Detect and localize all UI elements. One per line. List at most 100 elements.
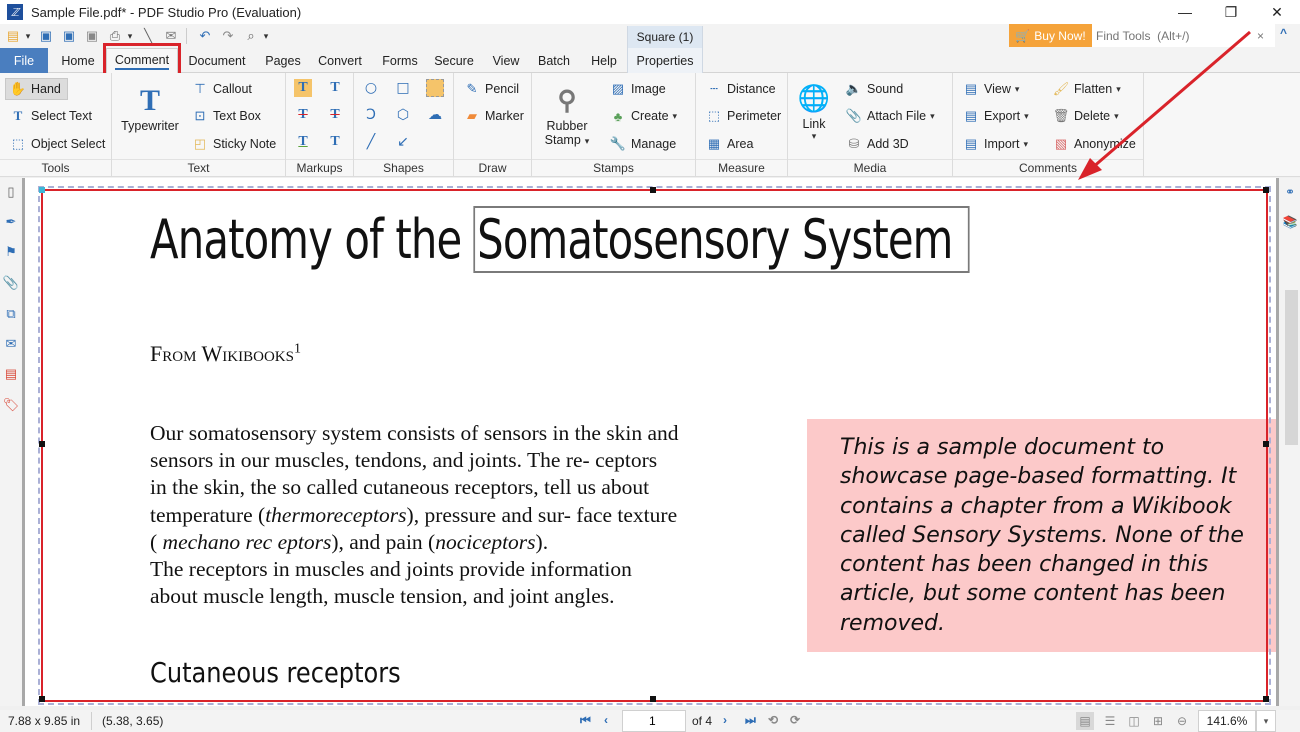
typewriter-button[interactable]: T Typewriter	[120, 83, 180, 133]
resize-handle[interactable]	[1263, 696, 1269, 702]
perimeter-button[interactable]: ⬚ Perimeter	[706, 105, 781, 127]
next-view-icon[interactable]: ⟳	[790, 713, 800, 727]
cloud-icon[interactable]: ☁	[426, 106, 444, 124]
tab-help[interactable]: Help	[584, 48, 624, 73]
link-button[interactable]: 🌐 Link ▾	[796, 81, 832, 142]
bookmarks-icon[interactable]: ⚑	[3, 244, 19, 260]
find-tools-input[interactable]	[1096, 28, 1251, 43]
replace-text-icon[interactable]: T	[326, 106, 344, 124]
minimize-button[interactable]: —	[1162, 0, 1208, 24]
zoom-page-icon[interactable]: ⌕	[241, 27, 261, 45]
clear-search-icon[interactable]: ×	[1257, 29, 1264, 43]
library-icon[interactable]: 📚	[1282, 214, 1298, 230]
resize-handle[interactable]	[39, 441, 45, 447]
open-icon[interactable]: ▤	[3, 27, 23, 45]
more-dropdown-icon[interactable]: ▾	[261, 31, 271, 42]
line-icon[interactable]: ╱	[362, 133, 380, 151]
zoom-level-field[interactable]: 141.6%	[1198, 710, 1256, 732]
continuous-view-icon[interactable]: ☰	[1101, 712, 1119, 730]
export-comments-button[interactable]: ▤ Export ▾	[963, 105, 1029, 127]
highlight-area-icon[interactable]	[426, 79, 444, 97]
highlight-icon[interactable]: T	[294, 79, 312, 97]
resize-handle[interactable]	[650, 187, 656, 193]
strikeout-icon[interactable]: T	[294, 106, 312, 124]
tags-icon[interactable]: 🏷	[3, 397, 20, 413]
polyline-icon[interactable]: Ͻ	[362, 106, 380, 124]
save-icon[interactable]: ▣	[36, 27, 56, 45]
search-panel-icon[interactable]: ⚭	[1282, 184, 1298, 200]
save-as-icon[interactable]: ▣	[59, 27, 79, 45]
zoom-dropdown-icon[interactable]: ▾	[1256, 710, 1276, 732]
vertical-scrollbar-thumb[interactable]	[1285, 290, 1298, 445]
arrow-icon[interactable]: ↙	[394, 133, 412, 151]
squiggly-icon[interactable]: T	[326, 79, 344, 97]
previous-page-icon[interactable]: ‹	[604, 713, 608, 727]
single-page-view-icon[interactable]: ▤	[1076, 712, 1094, 730]
sticky-note-button[interactable]: ◰ Sticky Note	[192, 133, 276, 155]
comments-panel-icon[interactable]: ✉	[3, 336, 19, 352]
circle-icon[interactable]: ○	[362, 79, 380, 97]
resize-handle[interactable]	[39, 187, 45, 193]
tab-home[interactable]: Home	[53, 48, 103, 73]
attachments-icon[interactable]: 📎	[3, 275, 19, 291]
restore-button[interactable]: ❐	[1208, 0, 1254, 24]
tab-secure[interactable]: Secure	[430, 48, 478, 73]
tab-batch[interactable]: Batch	[532, 48, 576, 73]
tab-properties[interactable]: Properties	[627, 48, 703, 73]
resize-handle[interactable]	[1263, 441, 1269, 447]
rubber-stamp-button[interactable]: ⚲ Rubber Stamp ▾	[542, 83, 592, 147]
import-comments-button[interactable]: ▤ Import ▾	[963, 133, 1028, 155]
polygon-icon[interactable]: ⬡	[394, 106, 412, 124]
zoom-out-icon[interactable]: ⊖	[1173, 712, 1191, 730]
facing-continuous-view-icon[interactable]: ⊞	[1149, 712, 1167, 730]
pencil-button[interactable]: ✎ Pencil	[464, 78, 520, 100]
area-button[interactable]: ▦ Area	[706, 133, 754, 155]
image-button[interactable]: ▨ Image	[610, 78, 666, 100]
document-view[interactable]: Anatomy of the Somatosensory System From…	[25, 178, 1276, 706]
tab-file[interactable]: File	[0, 48, 48, 73]
anonymize-button[interactable]: ▧ Anonymize	[1053, 133, 1136, 155]
close-button[interactable]: ✕	[1254, 0, 1300, 24]
page-number-input[interactable]	[622, 710, 686, 732]
manage-stamps-button[interactable]: 🔧 Manage	[610, 133, 676, 155]
tab-view[interactable]: View	[487, 48, 525, 73]
resize-handle[interactable]	[650, 696, 656, 702]
square-icon[interactable]: □	[394, 79, 412, 97]
open-dropdown-icon[interactable]: ▾	[23, 31, 33, 42]
resize-handle[interactable]	[39, 696, 45, 702]
first-page-icon[interactable]: ⏮	[580, 713, 591, 728]
tab-pages[interactable]: Pages	[260, 48, 306, 73]
next-page-icon[interactable]: ›	[723, 713, 727, 727]
create-stamp-button[interactable]: ♣ Create ▾	[610, 105, 677, 127]
sound-button[interactable]: 🔈 Sound	[846, 78, 903, 100]
tab-convert[interactable]: Convert	[312, 48, 368, 73]
facing-view-icon[interactable]: ◫	[1125, 712, 1143, 730]
last-page-icon[interactable]: ⏭	[745, 713, 756, 728]
find-tools-field[interactable]: ×	[1092, 24, 1275, 47]
callout-button[interactable]: ⊤ Callout	[192, 78, 252, 100]
select-text-button[interactable]: T Select Text	[10, 105, 92, 127]
distance-button[interactable]: ┄ Distance	[706, 78, 776, 100]
marker-button[interactable]: ▰ Marker	[464, 105, 524, 127]
signatures-icon[interactable]: ✒	[3, 214, 19, 230]
save-all-icon[interactable]: ▣	[82, 27, 102, 45]
undo-icon[interactable]: ↶	[195, 27, 215, 45]
resize-handle[interactable]	[1263, 187, 1269, 193]
underline-icon[interactable]: T	[294, 133, 312, 151]
tab-forms[interactable]: Forms	[376, 48, 424, 73]
square-annotation-selected[interactable]	[38, 186, 1271, 705]
object-select-button[interactable]: ⬚ Object Select	[10, 133, 106, 155]
destinations-icon[interactable]: ▤	[3, 366, 19, 382]
hand-tool-button[interactable]: ✋ Hand	[5, 78, 68, 100]
add-3d-button[interactable]: ⛁ Add 3D	[846, 133, 909, 155]
delete-comments-button[interactable]: 🗑 Delete ▾	[1053, 105, 1119, 127]
view-comments-button[interactable]: ▤ View ▾	[963, 78, 1020, 100]
flatten-button[interactable]: 🖌 Flatten ▾	[1053, 78, 1121, 100]
redo-icon[interactable]: ↷	[218, 27, 238, 45]
previous-view-icon[interactable]: ⟲	[768, 713, 778, 727]
collapse-ribbon-icon[interactable]: ^	[1280, 26, 1287, 40]
text-box-button[interactable]: ⊡ Text Box	[192, 105, 261, 127]
layers-icon[interactable]: ⧉	[3, 306, 19, 322]
buy-now-button[interactable]: 🛒 Buy Now!	[1009, 24, 1092, 47]
insert-text-icon[interactable]: T	[326, 133, 344, 151]
